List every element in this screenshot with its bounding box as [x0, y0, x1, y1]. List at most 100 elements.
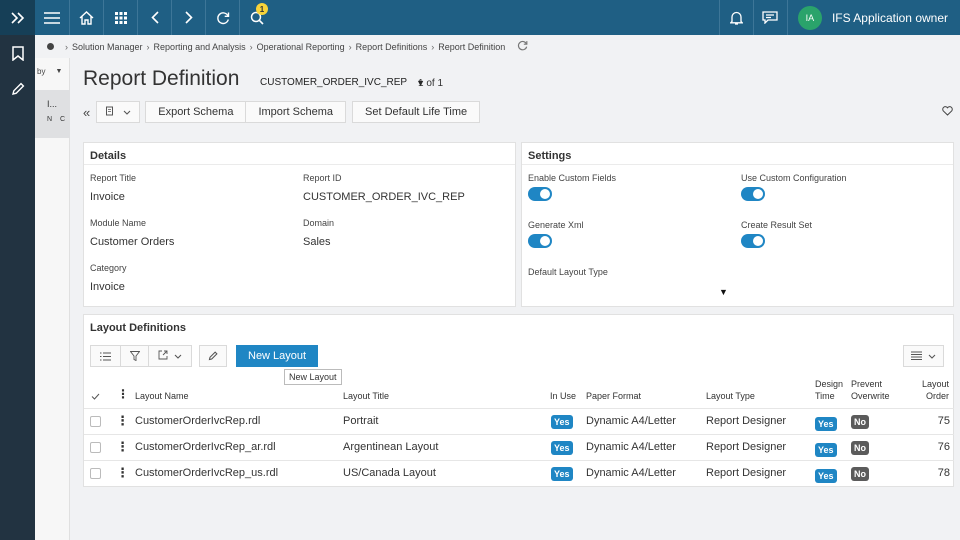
forward-icon[interactable] — [172, 0, 206, 35]
import-schema-button[interactable]: Import Schema — [245, 101, 347, 123]
row-checkbox[interactable] — [90, 442, 101, 453]
prevent-overwrite-badge: No — [851, 441, 869, 455]
report-menu-button[interactable] — [96, 101, 141, 123]
column-layout-type[interactable]: Layout Type — [706, 390, 755, 402]
command-bar: « Export Schema Import Schema Set Defaul… — [83, 101, 481, 123]
set-default-life-time-button[interactable]: Set Default Life Time — [352, 101, 481, 123]
layout-definitions-card: Layout Definitions New Layout New Layout… — [83, 314, 954, 487]
module-name-label: Module Name — [90, 218, 147, 228]
prevent-overwrite-badge: No — [851, 467, 869, 481]
column-design-time[interactable]: Design Time — [815, 378, 843, 402]
row-menu-icon[interactable]: ⋮ — [116, 465, 129, 481]
chevron-down-icon — [123, 106, 131, 118]
table-row[interactable]: ⋮ CustomerOrderIvcRep_ar.rdl Argentinean… — [84, 434, 954, 460]
top-bar: 1 IA IFS Application owner — [0, 0, 960, 35]
left-rail — [0, 35, 35, 540]
apps-icon[interactable] — [104, 0, 138, 35]
export-menu-button[interactable] — [149, 345, 192, 367]
row-checkbox[interactable] — [90, 416, 101, 427]
breadcrumb-item[interactable]: Operational Reporting — [257, 42, 345, 52]
sort-selector[interactable]: by ▼ — [35, 58, 69, 84]
breadcrumb-item[interactable]: Reporting and Analysis — [154, 42, 246, 52]
record-count: 1 of 1 — [418, 78, 444, 89]
column-menu-icon[interactable]: ⋮ — [117, 388, 129, 400]
list-view-icon[interactable] — [90, 345, 121, 367]
column-paper-format[interactable]: Paper Format — [586, 390, 641, 402]
enable-custom-fields-label: Enable Custom Fields — [528, 173, 617, 183]
details-card: Details Report Title Invoice Report ID C… — [83, 142, 516, 307]
paper-format-cell: Dynamic A4/Letter — [586, 441, 676, 453]
collapse-left-icon[interactable]: « — [83, 105, 90, 120]
list-item[interactable]: I... N C — [35, 90, 70, 138]
row-menu-icon[interactable]: ⋮ — [116, 439, 129, 455]
create-result-set-label: Create Result Set — [741, 220, 813, 230]
create-result-set-toggle[interactable] — [741, 234, 765, 248]
new-layout-tooltip: New Layout — [284, 369, 342, 385]
layout-order-cell: 76 — [937, 441, 950, 453]
bookmark-icon[interactable] — [0, 35, 35, 71]
layout-type-cell: Report Designer — [706, 441, 787, 453]
report-id-value: CUSTOMER_ORDER_IVC_REP — [303, 191, 465, 203]
select-all-check-icon[interactable] — [91, 391, 100, 403]
menu-icon[interactable] — [35, 0, 70, 35]
category-value: Invoice — [90, 281, 125, 293]
caret-down-icon: ▼ — [55, 67, 63, 75]
module-name-value: Customer Orders — [90, 236, 175, 248]
breadcrumb-item[interactable]: Report Definitions — [356, 42, 428, 52]
column-layout-name[interactable]: Layout Name — [135, 390, 189, 402]
generate-xml-label: Generate Xml — [528, 220, 584, 230]
user-name: IFS Application owner — [831, 10, 948, 25]
table-row[interactable]: ⋮ CustomerOrderIvcRep.rdl Portrait Yes D… — [84, 408, 954, 434]
use-custom-configuration-toggle[interactable] — [741, 187, 765, 201]
column-in-use[interactable]: In Use — [550, 390, 576, 402]
user-menu[interactable]: IA IFS Application owner — [786, 0, 960, 35]
breadcrumb: › Solution Manager › Reporting and Analys… — [35, 35, 960, 58]
domain-value: Sales — [303, 236, 331, 248]
expand-icon[interactable] — [0, 0, 35, 35]
column-settings-button[interactable] — [903, 345, 944, 367]
generate-xml-toggle[interactable] — [528, 234, 552, 248]
breadcrumb-item[interactable]: Solution Manager — [72, 42, 143, 52]
edit-pencil-icon[interactable] — [199, 345, 227, 367]
status-dot-icon — [47, 43, 54, 50]
layout-type-cell: Report Designer — [706, 467, 787, 479]
column-layout-order[interactable]: Layout Order — [922, 378, 949, 402]
layout-title-cell: Argentinean Layout — [343, 441, 439, 453]
category-label: Category — [90, 263, 127, 273]
row-checkbox[interactable] — [90, 468, 101, 479]
refresh-icon[interactable] — [517, 40, 528, 53]
rows-icon — [911, 351, 922, 362]
domain-label: Domain — [303, 218, 335, 228]
layout-order-cell: 78 — [937, 467, 950, 479]
default-layout-type-label: Default Layout Type — [528, 267, 608, 277]
record-selector[interactable]: CUSTOMER_ORDER_IVC_REP ▼ — [260, 77, 425, 88]
layout-title-cell: US/Canada Layout — [343, 467, 436, 479]
default-layout-type-dropdown-icon[interactable]: ▼ — [719, 287, 728, 297]
table-row[interactable]: ⋮ CustomerOrderIvcRep_us.rdl US/Canada L… — [84, 460, 954, 486]
in-use-badge: Yes — [551, 467, 573, 481]
report-id-label: Report ID — [303, 173, 342, 183]
refresh-icon[interactable] — [206, 0, 240, 35]
export-schema-button[interactable]: Export Schema — [145, 101, 246, 123]
record-list-panel: by ▼ I... N C — [35, 58, 70, 540]
filter-icon[interactable] — [121, 345, 149, 367]
in-use-badge: Yes — [551, 415, 573, 429]
home-icon[interactable] — [70, 0, 104, 35]
pencil-icon[interactable] — [0, 71, 35, 107]
prevent-overwrite-badge: No — [851, 415, 869, 429]
layout-order-cell: 75 — [937, 415, 950, 427]
layout-title-cell: Portrait — [343, 415, 379, 427]
back-icon[interactable] — [138, 0, 172, 35]
new-layout-button[interactable]: New Layout — [236, 345, 319, 367]
enable-custom-fields-toggle[interactable] — [528, 187, 552, 201]
export-icon — [158, 350, 168, 362]
column-prevent-overwrite[interactable]: Prevent Overwrite — [851, 378, 890, 402]
bell-icon[interactable] — [718, 0, 753, 35]
column-layout-title[interactable]: Layout Title — [343, 390, 389, 402]
row-menu-icon[interactable]: ⋮ — [116, 413, 129, 429]
layout-name-cell: CustomerOrderIvcRep.rdl — [135, 415, 261, 427]
settings-card: Settings Enable Custom Fields Use Custom… — [521, 142, 954, 307]
favorite-heart-icon[interactable] — [942, 106, 953, 119]
chat-icon[interactable] — [752, 0, 787, 35]
in-use-badge: Yes — [551, 441, 573, 455]
